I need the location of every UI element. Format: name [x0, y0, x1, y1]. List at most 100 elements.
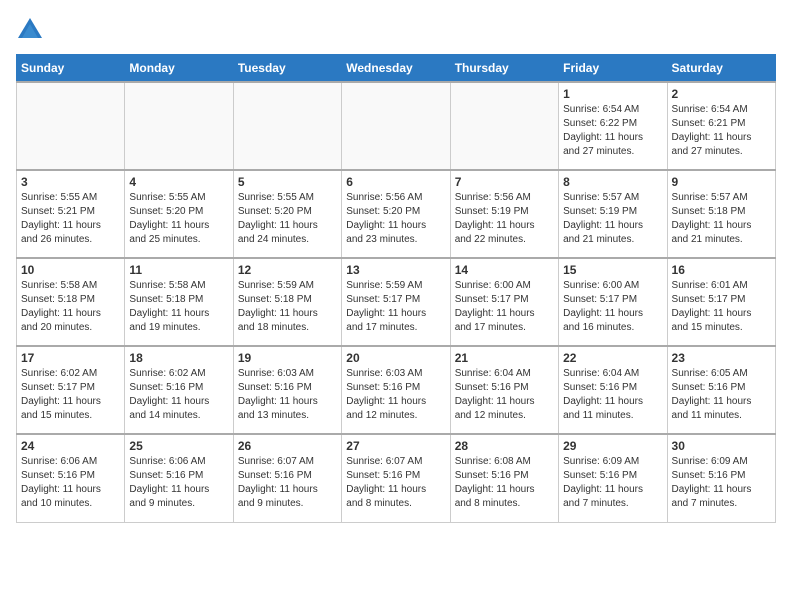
weekday-header-row: SundayMondayTuesdayWednesdayThursdayFrid… — [17, 55, 776, 83]
calendar-cell: 16 Sunrise: 6:01 AM Sunset: 5:17 PM Dayli… — [667, 258, 775, 346]
week-row-4: 17 Sunrise: 6:02 AM Sunset: 5:17 PM Dayli… — [17, 346, 776, 434]
day-number: 28 — [455, 439, 554, 453]
day-info: Sunrise: 6:02 AM Sunset: 5:17 PM Dayligh… — [21, 367, 120, 423]
day-info: Sunrise: 6:54 AM Sunset: 6:22 PM Dayligh… — [563, 103, 662, 159]
day-number: 16 — [672, 263, 771, 277]
day-info: Sunrise: 6:01 AM Sunset: 5:17 PM Dayligh… — [672, 279, 771, 335]
day-number: 17 — [21, 351, 120, 365]
day-info: Sunrise: 5:56 AM Sunset: 5:19 PM Dayligh… — [455, 191, 554, 247]
day-number: 10 — [21, 263, 120, 277]
calendar-cell: 8 Sunrise: 5:57 AM Sunset: 5:19 PM Daylig… — [559, 170, 667, 258]
day-number: 7 — [455, 175, 554, 189]
calendar-cell: 22 Sunrise: 6:04 AM Sunset: 5:16 PM Dayli… — [559, 346, 667, 434]
day-info: Sunrise: 6:00 AM Sunset: 5:17 PM Dayligh… — [455, 279, 554, 335]
weekday-header-saturday: Saturday — [667, 55, 775, 83]
calendar-body: 1 Sunrise: 6:54 AM Sunset: 6:22 PM Daylig… — [17, 82, 776, 522]
calendar-cell: 6 Sunrise: 5:56 AM Sunset: 5:20 PM Daylig… — [342, 170, 450, 258]
day-number: 30 — [672, 439, 771, 453]
day-number: 25 — [129, 439, 228, 453]
day-number: 21 — [455, 351, 554, 365]
day-number: 13 — [346, 263, 445, 277]
calendar-cell: 1 Sunrise: 6:54 AM Sunset: 6:22 PM Daylig… — [559, 82, 667, 170]
calendar-cell: 24Sunrise: 6:06 AM Sunset: 5:16 PM Dayli… — [17, 434, 125, 522]
day-number: 12 — [238, 263, 337, 277]
calendar-cell — [17, 82, 125, 170]
calendar-cell: 19Sunrise: 6:03 AM Sunset: 5:16 PM Dayli… — [233, 346, 341, 434]
day-info: Sunrise: 5:55 AM Sunset: 5:20 PM Dayligh… — [238, 191, 337, 247]
calendar-cell: 28 Sunrise: 6:08 AM Sunset: 5:16 PM Dayli… — [450, 434, 558, 522]
day-info: Sunrise: 6:05 AM Sunset: 5:16 PM Dayligh… — [672, 367, 771, 423]
day-info: Sunrise: 5:55 AM Sunset: 5:20 PM Dayligh… — [129, 191, 228, 247]
day-number: 22 — [563, 351, 662, 365]
day-info: Sunrise: 6:07 AM Sunset: 5:16 PM Dayligh… — [346, 455, 445, 511]
week-row-5: 24Sunrise: 6:06 AM Sunset: 5:16 PM Dayli… — [17, 434, 776, 522]
day-info: Sunrise: 5:55 AM Sunset: 5:21 PM Dayligh… — [21, 191, 120, 247]
calendar-cell — [125, 82, 233, 170]
calendar-cell: 11 Sunrise: 5:58 AM Sunset: 5:18 PM Dayli… — [125, 258, 233, 346]
day-info: Sunrise: 5:58 AM Sunset: 5:18 PM Dayligh… — [21, 279, 120, 335]
day-number: 6 — [346, 175, 445, 189]
day-info: Sunrise: 6:04 AM Sunset: 5:16 PM Dayligh… — [563, 367, 662, 423]
day-info: Sunrise: 5:57 AM Sunset: 5:19 PM Dayligh… — [563, 191, 662, 247]
logo-icon — [16, 16, 44, 44]
day-number: 1 — [563, 87, 662, 101]
weekday-header-friday: Friday — [559, 55, 667, 83]
day-info: Sunrise: 5:57 AM Sunset: 5:18 PM Dayligh… — [672, 191, 771, 247]
day-number: 15 — [563, 263, 662, 277]
day-info: Sunrise: 6:08 AM Sunset: 5:16 PM Dayligh… — [455, 455, 554, 511]
calendar-cell: 13 Sunrise: 5:59 AM Sunset: 5:17 PM Dayli… — [342, 258, 450, 346]
weekday-header-monday: Monday — [125, 55, 233, 83]
calendar-cell — [233, 82, 341, 170]
day-info: Sunrise: 5:56 AM Sunset: 5:20 PM Dayligh… — [346, 191, 445, 247]
day-number: 20 — [346, 351, 445, 365]
weekday-header-sunday: Sunday — [17, 55, 125, 83]
calendar-cell: 23 Sunrise: 6:05 AM Sunset: 5:16 PM Dayli… — [667, 346, 775, 434]
day-info: Sunrise: 5:58 AM Sunset: 5:18 PM Dayligh… — [129, 279, 228, 335]
day-number: 4 — [129, 175, 228, 189]
calendar-header: SundayMondayTuesdayWednesdayThursdayFrid… — [17, 55, 776, 83]
calendar-cell — [342, 82, 450, 170]
day-info: Sunrise: 6:09 AM Sunset: 5:16 PM Dayligh… — [563, 455, 662, 511]
calendar-cell: 29 Sunrise: 6:09 AM Sunset: 5:16 PM Dayli… — [559, 434, 667, 522]
weekday-header-wednesday: Wednesday — [342, 55, 450, 83]
day-number: 19 — [238, 351, 337, 365]
calendar-table: SundayMondayTuesdayWednesdayThursdayFrid… — [16, 54, 776, 523]
weekday-header-thursday: Thursday — [450, 55, 558, 83]
calendar-cell: 27Sunrise: 6:07 AM Sunset: 5:16 PM Dayli… — [342, 434, 450, 522]
day-info: Sunrise: 6:02 AM Sunset: 5:16 PM Dayligh… — [129, 367, 228, 423]
day-info: Sunrise: 5:59 AM Sunset: 5:17 PM Dayligh… — [346, 279, 445, 335]
week-row-2: 3 Sunrise: 5:55 AM Sunset: 5:21 PM Daylig… — [17, 170, 776, 258]
day-number: 29 — [563, 439, 662, 453]
week-row-3: 10 Sunrise: 5:58 AM Sunset: 5:18 PM Dayli… — [17, 258, 776, 346]
day-info: Sunrise: 5:59 AM Sunset: 5:18 PM Dayligh… — [238, 279, 337, 335]
day-number: 23 — [672, 351, 771, 365]
calendar-cell — [450, 82, 558, 170]
calendar-cell: 20Sunrise: 6:03 AM Sunset: 5:16 PM Dayli… — [342, 346, 450, 434]
calendar-cell: 10 Sunrise: 5:58 AM Sunset: 5:18 PM Dayli… — [17, 258, 125, 346]
day-info: Sunrise: 6:54 AM Sunset: 6:21 PM Dayligh… — [672, 103, 771, 159]
calendar-cell: 4 Sunrise: 5:55 AM Sunset: 5:20 PM Daylig… — [125, 170, 233, 258]
calendar-cell: 17 Sunrise: 6:02 AM Sunset: 5:17 PM Dayli… — [17, 346, 125, 434]
day-number: 8 — [563, 175, 662, 189]
day-number: 3 — [21, 175, 120, 189]
week-row-1: 1 Sunrise: 6:54 AM Sunset: 6:22 PM Daylig… — [17, 82, 776, 170]
day-number: 5 — [238, 175, 337, 189]
day-info: Sunrise: 6:00 AM Sunset: 5:17 PM Dayligh… — [563, 279, 662, 335]
day-number: 18 — [129, 351, 228, 365]
day-number: 14 — [455, 263, 554, 277]
calendar-cell: 12 Sunrise: 5:59 AM Sunset: 5:18 PM Dayli… — [233, 258, 341, 346]
calendar-cell: 3 Sunrise: 5:55 AM Sunset: 5:21 PM Daylig… — [17, 170, 125, 258]
calendar-cell: 7 Sunrise: 5:56 AM Sunset: 5:19 PM Daylig… — [450, 170, 558, 258]
day-info: Sunrise: 6:06 AM Sunset: 5:16 PM Dayligh… — [21, 455, 120, 511]
calendar-cell: 26Sunrise: 6:07 AM Sunset: 5:16 PM Dayli… — [233, 434, 341, 522]
day-number: 26 — [238, 439, 337, 453]
calendar-cell: 21Sunrise: 6:04 AM Sunset: 5:16 PM Dayli… — [450, 346, 558, 434]
calendar-cell: 5 Sunrise: 5:55 AM Sunset: 5:20 PM Daylig… — [233, 170, 341, 258]
day-number: 9 — [672, 175, 771, 189]
calendar-cell: 30 Sunrise: 6:09 AM Sunset: 5:16 PM Dayli… — [667, 434, 775, 522]
page-header — [16, 16, 776, 44]
weekday-header-tuesday: Tuesday — [233, 55, 341, 83]
day-info: Sunrise: 6:09 AM Sunset: 5:16 PM Dayligh… — [672, 455, 771, 511]
day-number: 11 — [129, 263, 228, 277]
calendar-cell: 18 Sunrise: 6:02 AM Sunset: 5:16 PM Dayli… — [125, 346, 233, 434]
